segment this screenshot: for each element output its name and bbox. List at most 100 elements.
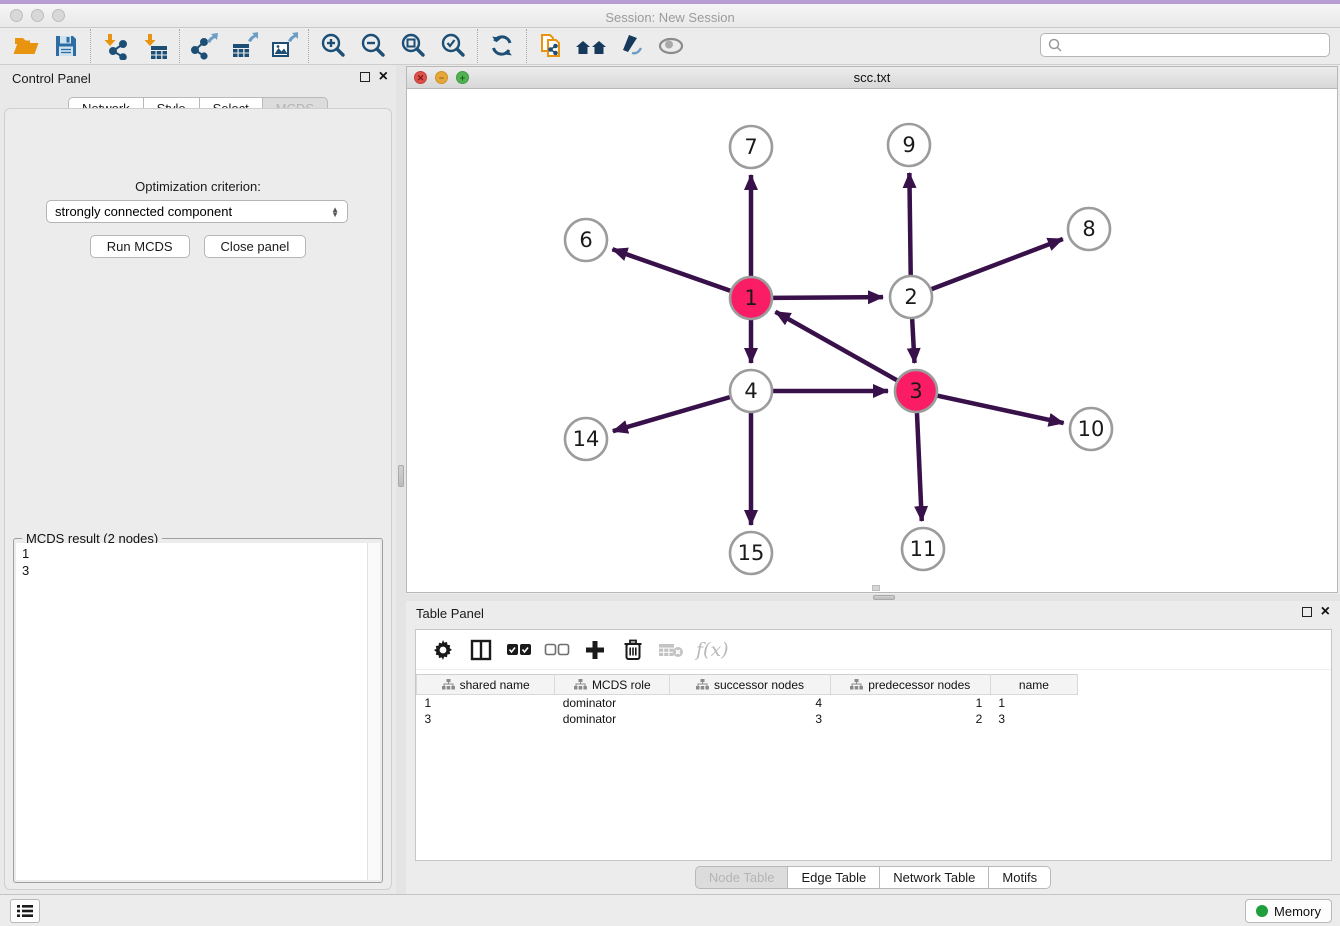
table-cell[interactable]: 3 [417, 711, 555, 727]
save-session-button[interactable] [46, 30, 86, 62]
result-scrollbar[interactable] [367, 543, 380, 880]
run-mcds-button[interactable]: Run MCDS [90, 235, 190, 258]
two-houses-icon [575, 33, 607, 59]
network-frame-titlebar[interactable]: ✕ − + scc.txt [407, 67, 1337, 89]
add-column-button[interactable] [582, 637, 608, 663]
network-frame-title: scc.txt [407, 67, 1337, 89]
delete-table-button[interactable] [658, 637, 684, 663]
task-history-button[interactable] [10, 899, 40, 923]
close-panel-icon[interactable]: × [1321, 607, 1330, 617]
column-header-predecessor-nodes[interactable]: predecessor nodes [830, 675, 990, 695]
optimization-criterion-select[interactable]: strongly connected component ▲▼ [46, 200, 348, 223]
graph-edge-2-3[interactable] [912, 319, 914, 363]
graph-node-label-11: 11 [910, 537, 937, 561]
float-panel-icon[interactable] [1302, 607, 1312, 617]
delete-columns-button[interactable] [620, 637, 646, 663]
table-cell[interactable]: dominator [555, 711, 670, 727]
table-row[interactable]: 3dominator323 [417, 711, 1078, 727]
graph-edge-2-8[interactable] [932, 239, 1063, 289]
memory-button[interactable]: Memory [1245, 899, 1332, 923]
graph-node-label-7: 7 [744, 135, 757, 159]
graph-node-label-8: 8 [1082, 217, 1095, 241]
table-cell[interactable]: 4 [670, 695, 830, 711]
table-cell[interactable]: 1 [990, 695, 1077, 711]
export-image-icon [270, 32, 298, 60]
gear-icon [432, 639, 454, 661]
canvas-scroll-nub[interactable] [872, 585, 880, 591]
import-network-button[interactable] [95, 30, 135, 62]
style-brush-icon [617, 32, 645, 60]
frame-maximize-button[interactable]: + [456, 71, 469, 84]
column-header-shared-name[interactable]: shared name [417, 675, 555, 695]
table-cell[interactable]: 1 [417, 695, 555, 711]
splitter-grip[interactable] [398, 465, 404, 487]
refresh-view-button[interactable] [482, 30, 522, 62]
global-search[interactable] [1040, 33, 1330, 57]
close-panel-button[interactable]: Close panel [204, 235, 307, 258]
zoom-in-button[interactable] [313, 30, 353, 62]
refresh-icon [488, 32, 516, 60]
splitter-grip[interactable] [873, 595, 895, 600]
function-builder-button[interactable]: f(x) [696, 637, 729, 663]
column-header-successor-nodes[interactable]: successor nodes [670, 675, 830, 695]
column-header-MCDS-role[interactable]: MCDS role [555, 675, 670, 695]
open-file-button[interactable] [6, 30, 46, 62]
open-folder-icon [12, 33, 40, 59]
column-header-name[interactable]: name [990, 675, 1077, 695]
apply-style-button[interactable] [611, 30, 651, 62]
network-graph[interactable]: 7968124314101511 [407, 89, 1337, 592]
table-cell[interactable]: 3 [670, 711, 830, 727]
graph-edge-2-9[interactable] [909, 173, 910, 275]
graph-edge-1-2[interactable] [773, 297, 883, 298]
window-title: Session: New Session [0, 8, 1340, 28]
tab-node-table[interactable]: Node Table [695, 866, 788, 889]
graph-node-label-10: 10 [1078, 417, 1105, 441]
table-panel: Table Panel × [406, 601, 1340, 894]
search-input[interactable] [1063, 36, 1329, 54]
float-panel-icon[interactable] [360, 72, 370, 82]
select-all-rows-button[interactable] [506, 637, 532, 663]
network-canvas[interactable]: 7968124314101511 [407, 89, 1337, 592]
zoom-selected-button[interactable] [433, 30, 473, 62]
export-network-button[interactable] [184, 30, 224, 62]
node-table-container: f(x) shared nameMCDS rolesuccessor nodes… [415, 629, 1332, 861]
tab-network-table[interactable]: Network Table [879, 866, 988, 889]
tab-edge-table[interactable]: Edge Table [787, 866, 879, 889]
horizontal-splitter[interactable] [406, 594, 1340, 601]
zoom-fit-button[interactable] [393, 30, 433, 62]
graph-edge-1-6[interactable] [612, 249, 730, 290]
frame-minimize-button[interactable]: − [435, 71, 448, 84]
tab-motifs[interactable]: Motifs [988, 866, 1051, 889]
export-image-button[interactable] [264, 30, 304, 62]
graph-node-label-14: 14 [573, 427, 600, 451]
table-cell[interactable]: 2 [830, 711, 990, 727]
table-row[interactable]: 1dominator411 [417, 695, 1078, 711]
graph-edge-3-1[interactable] [775, 312, 896, 380]
toolbar-separator [90, 29, 91, 63]
table-cell[interactable]: dominator [555, 695, 670, 711]
graph-node-label-9: 9 [902, 133, 915, 157]
export-table-button[interactable] [224, 30, 264, 62]
deselect-all-rows-button[interactable] [544, 637, 570, 663]
home-layout-button[interactable] [571, 30, 611, 62]
clone-network-button[interactable] [531, 30, 571, 62]
zoom-out-button[interactable] [353, 30, 393, 62]
mcds-result-group: MCDS result (2 nodes) 1 3 [13, 538, 383, 883]
delete-table-icon [658, 641, 684, 659]
table-cell[interactable]: 1 [830, 695, 990, 711]
graph-node-label-1: 1 [744, 286, 757, 310]
import-table-button[interactable] [135, 30, 175, 62]
graph-edge-3-10[interactable] [937, 396, 1063, 423]
close-panel-icon[interactable]: × [379, 72, 388, 82]
column-layout-button[interactable] [468, 637, 494, 663]
graph-edge-3-11[interactable] [917, 413, 922, 521]
frame-close-button[interactable]: ✕ [414, 71, 427, 84]
table-cell[interactable]: 3 [990, 711, 1077, 727]
toolbar-separator [308, 29, 309, 63]
vertical-splitter[interactable] [396, 65, 406, 894]
graph-edge-4-14[interactable] [613, 397, 730, 431]
mcds-result-text[interactable]: 1 3 [16, 543, 367, 880]
table-settings-button[interactable] [430, 637, 456, 663]
show-hide-button[interactable] [651, 30, 691, 62]
memory-status-icon [1256, 905, 1268, 917]
